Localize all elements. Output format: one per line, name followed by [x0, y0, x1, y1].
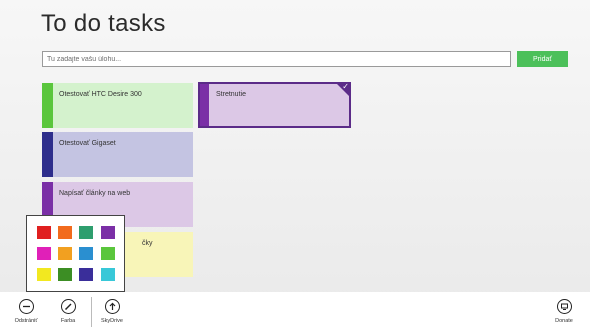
- color-swatch[interactable]: [101, 268, 115, 281]
- upload-icon: [104, 299, 120, 314]
- task-label: Stretnutie: [216, 91, 246, 98]
- color-button[interactable]: Farba: [48, 299, 88, 324]
- delete-label: Odstrániť: [14, 318, 38, 324]
- pencil-icon: [60, 299, 76, 314]
- task-label: Otestovať HTC Desire 300: [59, 91, 142, 98]
- task-label: Otestovať Gigaset: [59, 140, 116, 147]
- task-tile[interactable]: Otestovať HTC Desire 300: [42, 83, 193, 128]
- donate-button[interactable]: Donate: [544, 299, 584, 324]
- color-swatch[interactable]: [58, 247, 72, 260]
- color-swatch[interactable]: [101, 247, 115, 260]
- color-swatch[interactable]: [101, 226, 115, 239]
- color-swatch[interactable]: [58, 268, 72, 281]
- color-swatch[interactable]: [37, 247, 51, 260]
- task-label: Napísať články na web: [59, 190, 131, 197]
- color-swatch[interactable]: [37, 226, 51, 239]
- delete-button[interactable]: Odstrániť: [6, 299, 46, 324]
- check-icon: ✓: [342, 82, 349, 91]
- color-picker-panel: [26, 215, 125, 292]
- task-color-strip: [42, 83, 53, 128]
- donate-label: Donate: [555, 318, 573, 324]
- skydrive-button[interactable]: SkyDrive: [92, 299, 132, 324]
- skydrive-label: SkyDrive: [100, 318, 123, 324]
- task-tile-selected[interactable]: Stretnutie ✓: [198, 82, 351, 128]
- add-task-button[interactable]: Pridať: [517, 51, 568, 67]
- color-swatch[interactable]: [79, 226, 93, 239]
- color-swatch[interactable]: [79, 247, 93, 260]
- task-tile[interactable]: Otestovať Gigaset: [42, 132, 193, 177]
- task-label: čky: [142, 240, 153, 247]
- app-bar: [0, 292, 590, 331]
- minus-icon: [18, 299, 34, 314]
- page-title: To do tasks: [41, 10, 166, 37]
- color-swatch[interactable]: [79, 268, 93, 281]
- color-label: Farba: [60, 318, 76, 324]
- task-color-strip: [42, 132, 53, 177]
- task-color-strip: [200, 84, 209, 126]
- color-swatch[interactable]: [58, 226, 72, 239]
- color-swatch[interactable]: [37, 268, 51, 281]
- monitor-icon: [556, 299, 572, 314]
- task-input[interactable]: [42, 51, 511, 67]
